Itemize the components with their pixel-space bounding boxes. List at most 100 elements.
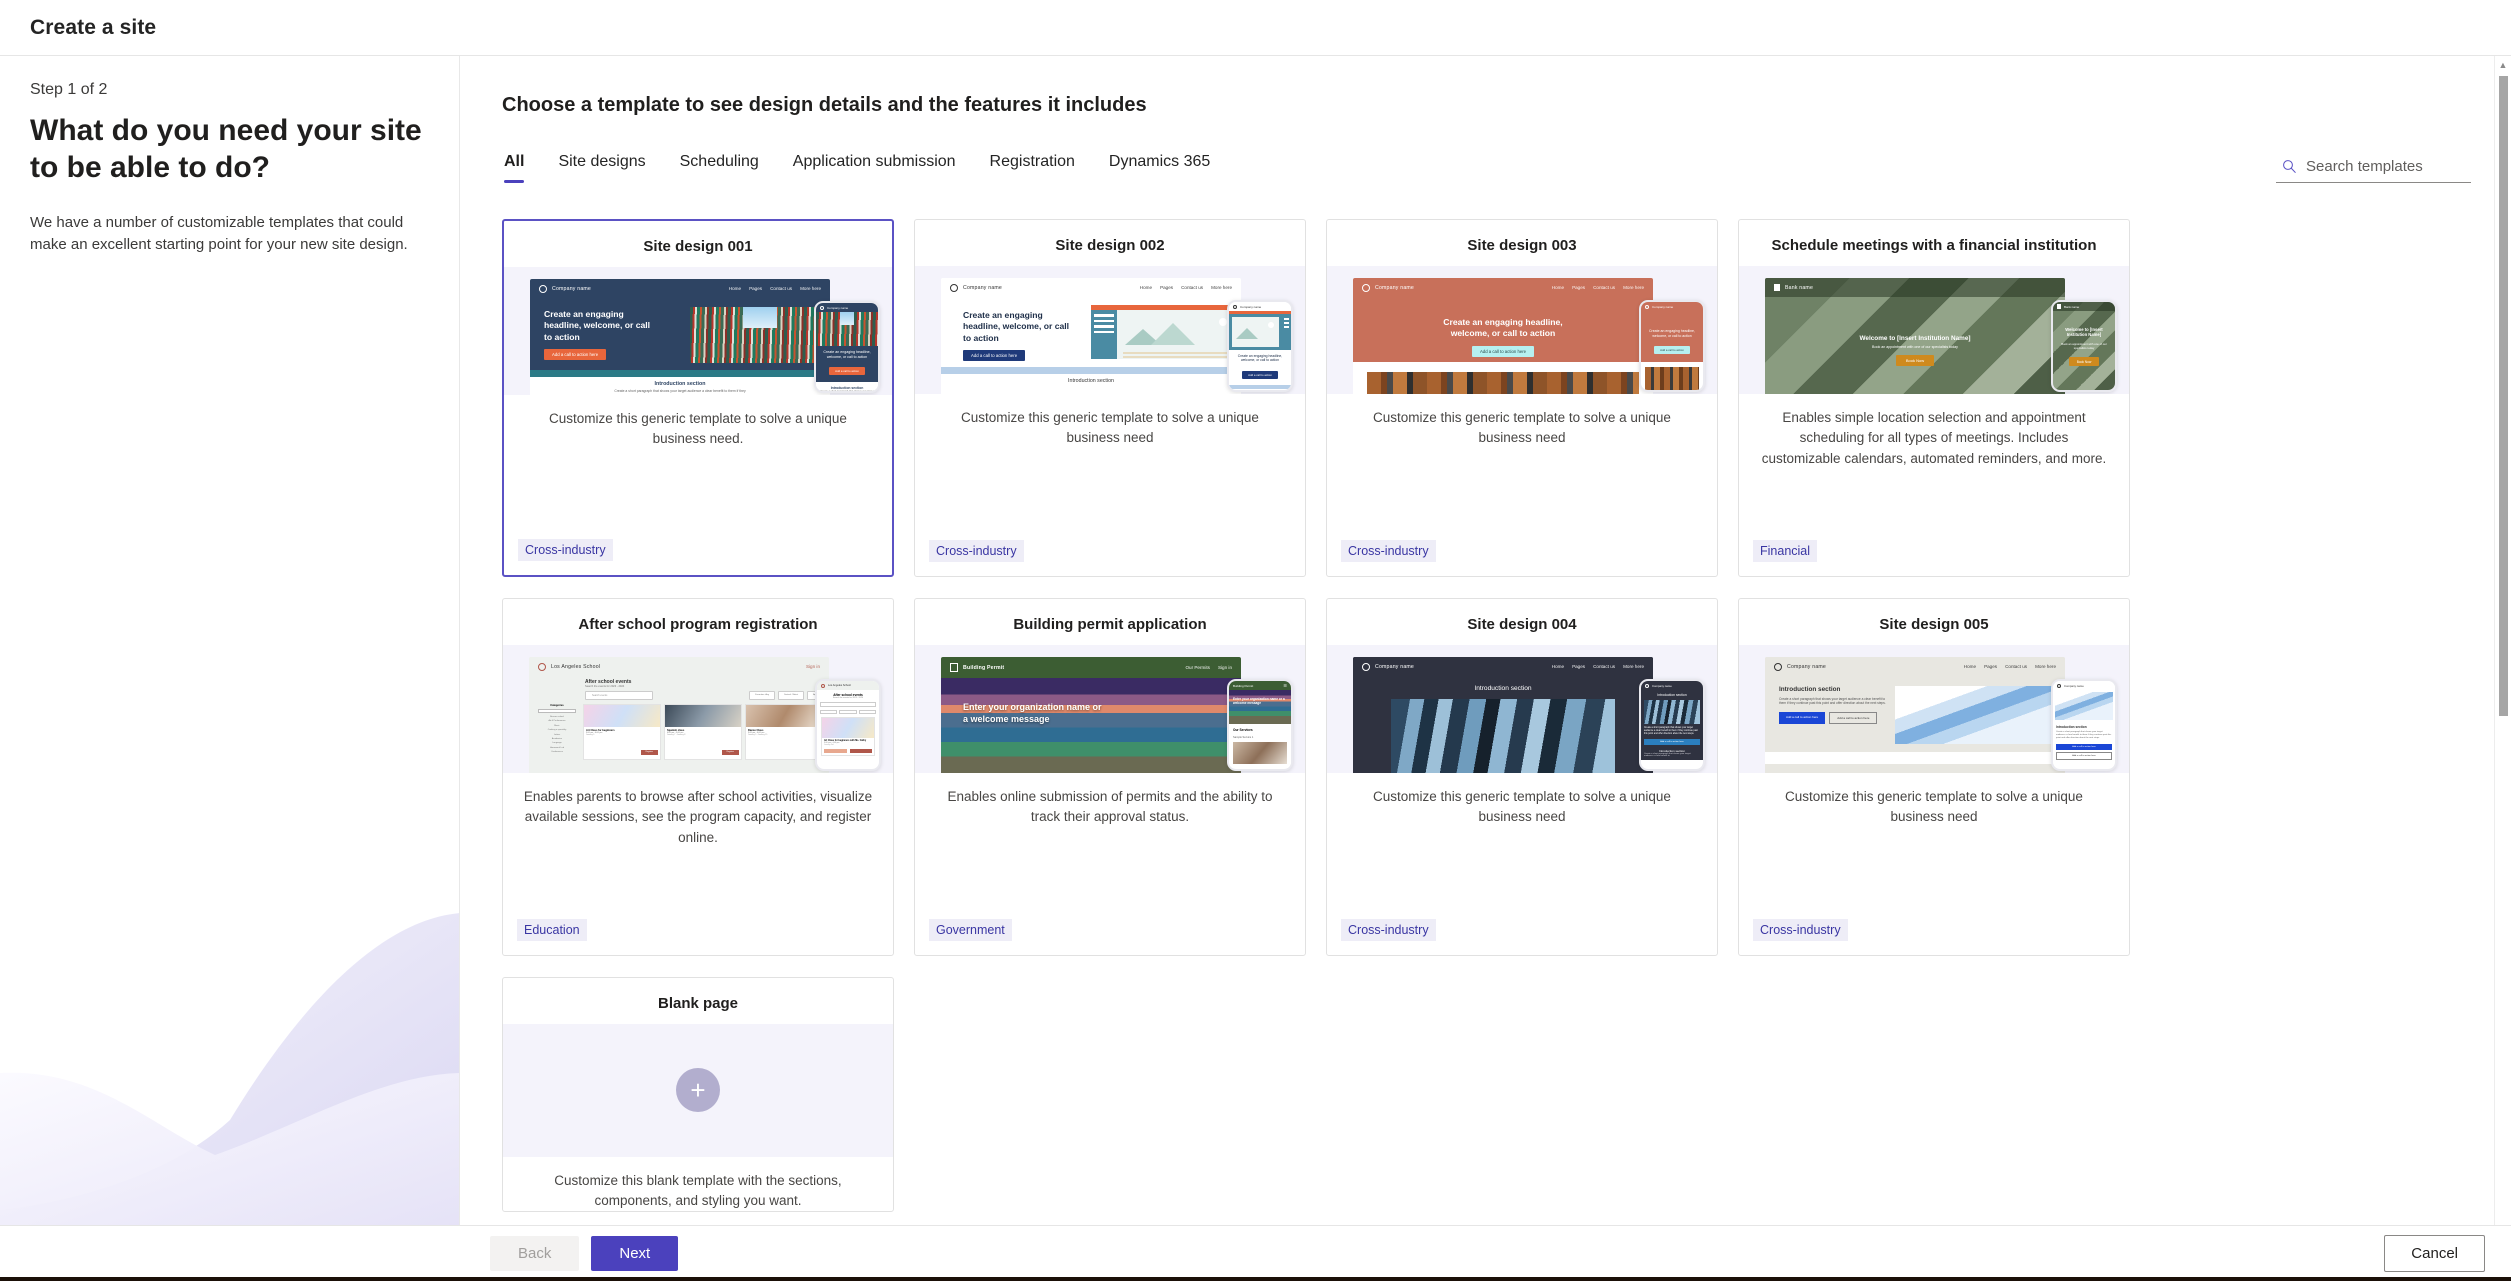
preview-brand: Building Permit	[963, 664, 1005, 671]
preview-section-body: Create a short paragraph that shows your…	[614, 389, 746, 393]
preview-nav-link: More here	[1623, 664, 1644, 669]
preview-brand: Company name	[1787, 663, 1827, 670]
card-tag: Cross-industry	[1341, 540, 1436, 562]
preview-cta: Book Now	[1895, 355, 1935, 366]
card-description: Customize this generic template to solve…	[549, 411, 847, 447]
preview-phone-mockup: Los Angeles School After school events S…	[815, 679, 881, 771]
preview-sidebar-title: Categories	[550, 704, 564, 707]
preview-activity-cta: Register	[640, 749, 658, 755]
preview-section-title: Introduction section	[941, 374, 1241, 388]
plus-icon: +	[676, 1068, 720, 1113]
card-title: Building permit application	[1013, 616, 1207, 633]
dialog-footer: Back Next Cancel	[0, 1225, 2511, 1281]
card-title: After school program registration	[578, 616, 818, 633]
template-card-after-school-registration[interactable]: After school program registration Los An…	[502, 598, 894, 956]
card-description: Customize this generic template to solve…	[961, 410, 1259, 446]
preview-section-item: Sample Service 1	[1233, 736, 1254, 739]
template-card-site-design-002[interactable]: Site design 002 Company name Home Pages	[914, 219, 1306, 577]
card-title: Blank page	[657, 995, 739, 1012]
window-title: Create a site	[30, 15, 157, 39]
back-button[interactable]: Back	[490, 1236, 580, 1271]
card-title: Schedule meetings with a financial insti…	[1771, 237, 2097, 254]
preview-nav-link: Contact us	[1593, 285, 1616, 290]
preview-nav-link: Pages	[1160, 285, 1174, 290]
search-templates-box[interactable]: Search templates	[2276, 158, 2471, 183]
preview-phone-mockup: Company name Create an engaging headline…	[814, 301, 880, 393]
card-tag: Cross-industry	[1753, 919, 1848, 941]
card-tag: Government	[929, 919, 1012, 941]
card-thumbnail: Company name Home Pages Contact us More …	[504, 267, 892, 395]
vertical-scrollbar[interactable]: ▲	[2494, 56, 2511, 1225]
scroll-up-arrow-icon[interactable]: ▲	[2495, 56, 2511, 73]
preview-hero-title: Create an engaging headline, welcome, or…	[544, 309, 651, 342]
preview-brand: Company name	[963, 284, 1003, 291]
tab-site-designs[interactable]: Site designs	[541, 153, 662, 183]
template-scroll-region[interactable]: Choose a template to see design details …	[460, 56, 2511, 1225]
template-card-site-design-005[interactable]: Site design 005 Company name Home Pages	[1738, 598, 2130, 956]
card-thumbnail: Company name Home Pages Contact us More …	[1327, 266, 1717, 394]
cancel-button[interactable]: Cancel	[2384, 1235, 2485, 1272]
preview-filter: Sorted: Oldest	[778, 691, 805, 700]
card-description: Customize this generic template to solve…	[1373, 789, 1671, 825]
preview-phone-mockup: Company name Introduction section Create…	[2051, 679, 2117, 771]
card-description: Customize this generic template to solve…	[1373, 410, 1671, 446]
card-thumbnail: Bank name Welcome to [Insert Institution…	[1739, 266, 2129, 394]
template-card-site-design-003[interactable]: Site design 003 Company name Home Pages	[1326, 219, 1718, 577]
card-description: Enables simple location selection and ap…	[1761, 410, 2107, 466]
scrollbar-thumb[interactable]	[2499, 76, 2508, 716]
card-description: Customize this generic template to solve…	[1785, 789, 2083, 825]
preview-filter: Favorites: Any	[749, 691, 776, 700]
preview-phone-mockup: Company name Introduction section Create…	[1639, 679, 1705, 771]
decorative-waves-graphic	[0, 913, 459, 1225]
preview-brand: Los Angeles School	[551, 663, 601, 670]
preview-nav-link: Pages	[1572, 285, 1586, 290]
card-thumbnail: Company name Home Pages Contact us More …	[1739, 645, 2129, 773]
search-icon	[2283, 160, 2296, 174]
filter-tab-row: All Site designs Scheduling Application …	[502, 153, 2471, 183]
preview-nav-link: Home	[1551, 664, 1565, 669]
window-title-bar: Create a site	[0, 0, 2511, 56]
preview-brand: Company name	[1375, 663, 1415, 670]
preview-cta: Add a call to action here	[1779, 711, 1826, 724]
preview-phone-mockup: Building Permit ☰ Enter your organization…	[1227, 679, 1293, 771]
preview-brand: Company name	[1375, 284, 1415, 291]
page-subtext: We have a number of customizable templat…	[30, 214, 408, 253]
card-title: Site design 001	[643, 238, 753, 255]
preview-section-title: Introduction section	[1474, 685, 1532, 692]
next-button[interactable]: Next	[591, 1236, 679, 1271]
preview-nav-link: Sign in	[1217, 665, 1232, 670]
preview-brand: Bank name	[1785, 284, 1814, 291]
card-tag: Cross-industry	[518, 539, 613, 561]
template-card-site-design-004[interactable]: Site design 004 Company name Home Pages	[1326, 598, 1718, 956]
tab-scheduling[interactable]: Scheduling	[663, 153, 776, 183]
preview-section-body: Create a short paragraph that shows your…	[1779, 697, 1886, 706]
preview-cta: Add a call to action here	[1471, 345, 1535, 357]
tab-registration[interactable]: Registration	[973, 153, 1092, 183]
card-title: Site design 004	[1467, 616, 1577, 633]
preview-cta: Add a call to action here	[544, 349, 607, 361]
template-card-schedule-meetings-financial[interactable]: Schedule meetings with a financial insti…	[1738, 219, 2130, 577]
preview-hero-title: Welcome to [Insert Institution Name]	[1859, 335, 1971, 342]
preview-phone-mockup: Company name Create an engaging headline…	[1639, 300, 1705, 392]
preview-section-title: Introduction section	[1779, 686, 1841, 693]
left-info-pane: Step 1 of 2 What do you need your site t…	[0, 56, 460, 1225]
tab-dynamics-365[interactable]: Dynamics 365	[1092, 153, 1227, 183]
preview-activity-date: January 5 - January 15	[748, 734, 768, 736]
template-card-building-permit-application[interactable]: Building permit application Building Per…	[914, 598, 1306, 956]
template-card-site-design-001[interactable]: Site design 001 Company name Home Pages	[502, 219, 894, 577]
template-card-grid: Site design 001 Company name Home Pages	[502, 219, 2471, 1212]
card-tag: Cross-industry	[1341, 919, 1436, 941]
preview-nav-link: Home	[1139, 285, 1153, 290]
card-description: Customize this blank template with the s…	[554, 1172, 842, 1208]
card-thumbnail: Company name Home Pages Contact us More …	[915, 266, 1305, 394]
template-browser-pane: Choose a template to see design details …	[460, 56, 2511, 1225]
template-card-blank-page[interactable]: Blank page + Customize this blank templa…	[502, 977, 894, 1212]
search-input[interactable]: Search templates	[2306, 158, 2423, 175]
preview-nav-link: Home	[1963, 664, 1977, 669]
card-title: Site design 005	[1879, 616, 1989, 633]
tab-all[interactable]: All	[502, 153, 541, 183]
preview-cta-2: Add a call to action here	[1829, 711, 1878, 724]
page-title: What do you need your site to be able to…	[30, 114, 422, 184]
card-thumbnail: Los Angeles School Sign in After school …	[503, 645, 893, 773]
tab-application-submission[interactable]: Application submission	[776, 153, 973, 183]
